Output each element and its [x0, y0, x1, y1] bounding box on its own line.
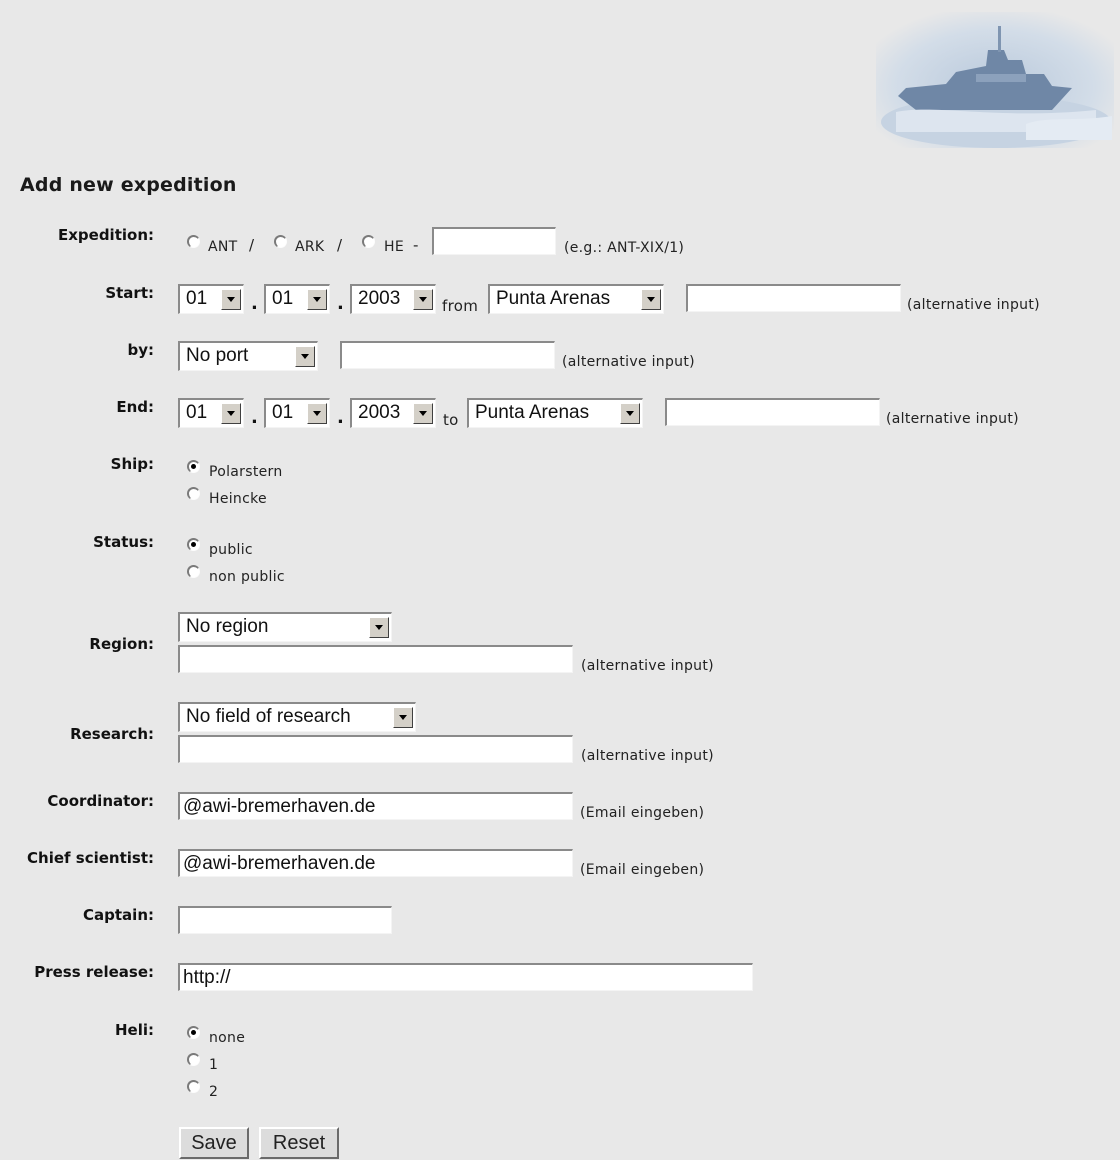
ship-radio-heincke[interactable]	[187, 487, 200, 500]
chevron-down-icon[interactable]	[413, 289, 433, 310]
ship-label: Ship:	[110, 455, 154, 473]
start-port-alternative-input[interactable]	[686, 284, 901, 312]
page-title: Add new expedition	[20, 174, 237, 196]
heli-option-none: none	[209, 1030, 246, 1046]
chevron-down-icon[interactable]	[641, 289, 661, 310]
save-button[interactable]: Save	[179, 1127, 249, 1159]
heli-radio-none[interactable]	[187, 1026, 200, 1039]
ship-banner-image	[876, 12, 1114, 148]
by-label: by:	[127, 341, 154, 359]
by-port-select[interactable]: No port	[178, 341, 318, 371]
chevron-down-icon[interactable]	[413, 403, 433, 424]
start-year-value: 2003	[358, 288, 401, 309]
chief-scientist-email-input[interactable]: @awi-bremerhaven.de	[178, 849, 573, 877]
start-port-select[interactable]: Punta Arenas	[488, 284, 664, 314]
research-select[interactable]: No field of research	[178, 702, 416, 732]
expedition-radio-ant[interactable]	[187, 235, 200, 248]
region-select[interactable]: No region	[178, 612, 392, 642]
start-year-select[interactable]: 2003	[350, 284, 436, 314]
end-port-select[interactable]: Punta Arenas	[467, 398, 643, 428]
region-alternative-input[interactable]	[178, 645, 573, 673]
by-port-alternative-input[interactable]	[340, 341, 555, 369]
heli-radio-2[interactable]	[187, 1080, 200, 1093]
region-label: Region:	[89, 635, 154, 653]
end-port-alternative-input[interactable]	[665, 398, 880, 426]
research-alternative-hint: (alternative input)	[581, 748, 714, 764]
heli-radio-1[interactable]	[187, 1053, 200, 1066]
start-month-value: 01	[272, 288, 294, 309]
date-separator: .	[251, 293, 258, 314]
heli-option-2: 2	[209, 1084, 219, 1100]
end-day-select[interactable]: 01	[178, 398, 244, 428]
expedition-label: Expedition:	[57, 226, 154, 244]
coordinator-hint: (Email eingeben)	[580, 805, 705, 821]
start-label: Start:	[105, 284, 154, 302]
chief-scientist-label: Chief scientist:	[27, 849, 154, 867]
by-port-value: No port	[186, 345, 249, 366]
start-port-value: Punta Arenas	[496, 288, 611, 309]
end-month-value: 01	[272, 402, 294, 423]
status-label: Status:	[93, 533, 154, 551]
heli-label: Heli:	[114, 1021, 154, 1039]
start-alternative-hint: (alternative input)	[907, 297, 1040, 313]
start-month-select[interactable]: 01	[264, 284, 330, 314]
ship-option-polarstern: Polarstern	[209, 464, 283, 480]
coordinator-label: Coordinator:	[47, 792, 154, 810]
expedition-radio-ark[interactable]	[274, 235, 287, 248]
chevron-down-icon[interactable]	[307, 289, 327, 310]
coordinator-email-input[interactable]: @awi-bremerhaven.de	[178, 792, 573, 820]
chevron-down-icon[interactable]	[295, 346, 315, 367]
region-value: No region	[186, 616, 269, 637]
captain-input[interactable]	[178, 906, 392, 934]
separator-slash: /	[337, 236, 343, 254]
expedition-option-he: HE	[384, 239, 404, 255]
date-separator: .	[337, 293, 344, 314]
separator-slash: /	[249, 236, 255, 254]
heli-option-1: 1	[209, 1057, 219, 1073]
date-separator: .	[251, 407, 258, 428]
ship-option-heincke: Heincke	[209, 491, 267, 507]
captain-label: Captain:	[83, 906, 154, 924]
chevron-down-icon[interactable]	[393, 707, 413, 728]
chevron-down-icon[interactable]	[221, 403, 241, 424]
end-label: End:	[116, 398, 154, 416]
chief-scientist-hint: (Email eingeben)	[580, 862, 705, 878]
start-day-value: 01	[186, 288, 208, 309]
separator-dash: -	[413, 236, 419, 254]
status-option-non-public: non public	[209, 569, 285, 585]
end-year-select[interactable]: 2003	[350, 398, 436, 428]
research-alternative-input[interactable]	[178, 735, 573, 763]
expedition-option-ant: ANT	[208, 239, 238, 255]
expedition-option-ark: ARK	[295, 239, 325, 255]
ship-radio-polarstern[interactable]	[187, 460, 200, 473]
by-alternative-hint: (alternative input)	[562, 354, 695, 370]
region-alternative-hint: (alternative input)	[581, 658, 714, 674]
status-radio-public[interactable]	[187, 538, 200, 551]
expedition-radio-he[interactable]	[362, 235, 375, 248]
to-text: to	[443, 411, 459, 429]
expedition-number-input[interactable]	[432, 227, 556, 255]
end-day-value: 01	[186, 402, 208, 423]
press-release-label: Press release:	[34, 963, 154, 981]
reset-button[interactable]: Reset	[259, 1127, 339, 1159]
chevron-down-icon[interactable]	[369, 617, 389, 638]
research-label: Research:	[70, 725, 154, 743]
chevron-down-icon[interactable]	[307, 403, 327, 424]
from-text: from	[442, 297, 479, 315]
chevron-down-icon[interactable]	[620, 403, 640, 424]
status-option-public: public	[209, 542, 253, 558]
end-port-value: Punta Arenas	[475, 402, 590, 423]
research-value: No field of research	[186, 706, 351, 727]
date-separator: .	[337, 407, 344, 428]
end-alternative-hint: (alternative input)	[886, 411, 1019, 427]
end-year-value: 2003	[358, 402, 401, 423]
chevron-down-icon[interactable]	[221, 289, 241, 310]
end-month-select[interactable]: 01	[264, 398, 330, 428]
start-day-select[interactable]: 01	[178, 284, 244, 314]
expedition-hint: (e.g.: ANT-XIX/1)	[564, 240, 685, 256]
press-release-url-input[interactable]: http://	[178, 963, 753, 991]
status-radio-non-public[interactable]	[187, 565, 200, 578]
